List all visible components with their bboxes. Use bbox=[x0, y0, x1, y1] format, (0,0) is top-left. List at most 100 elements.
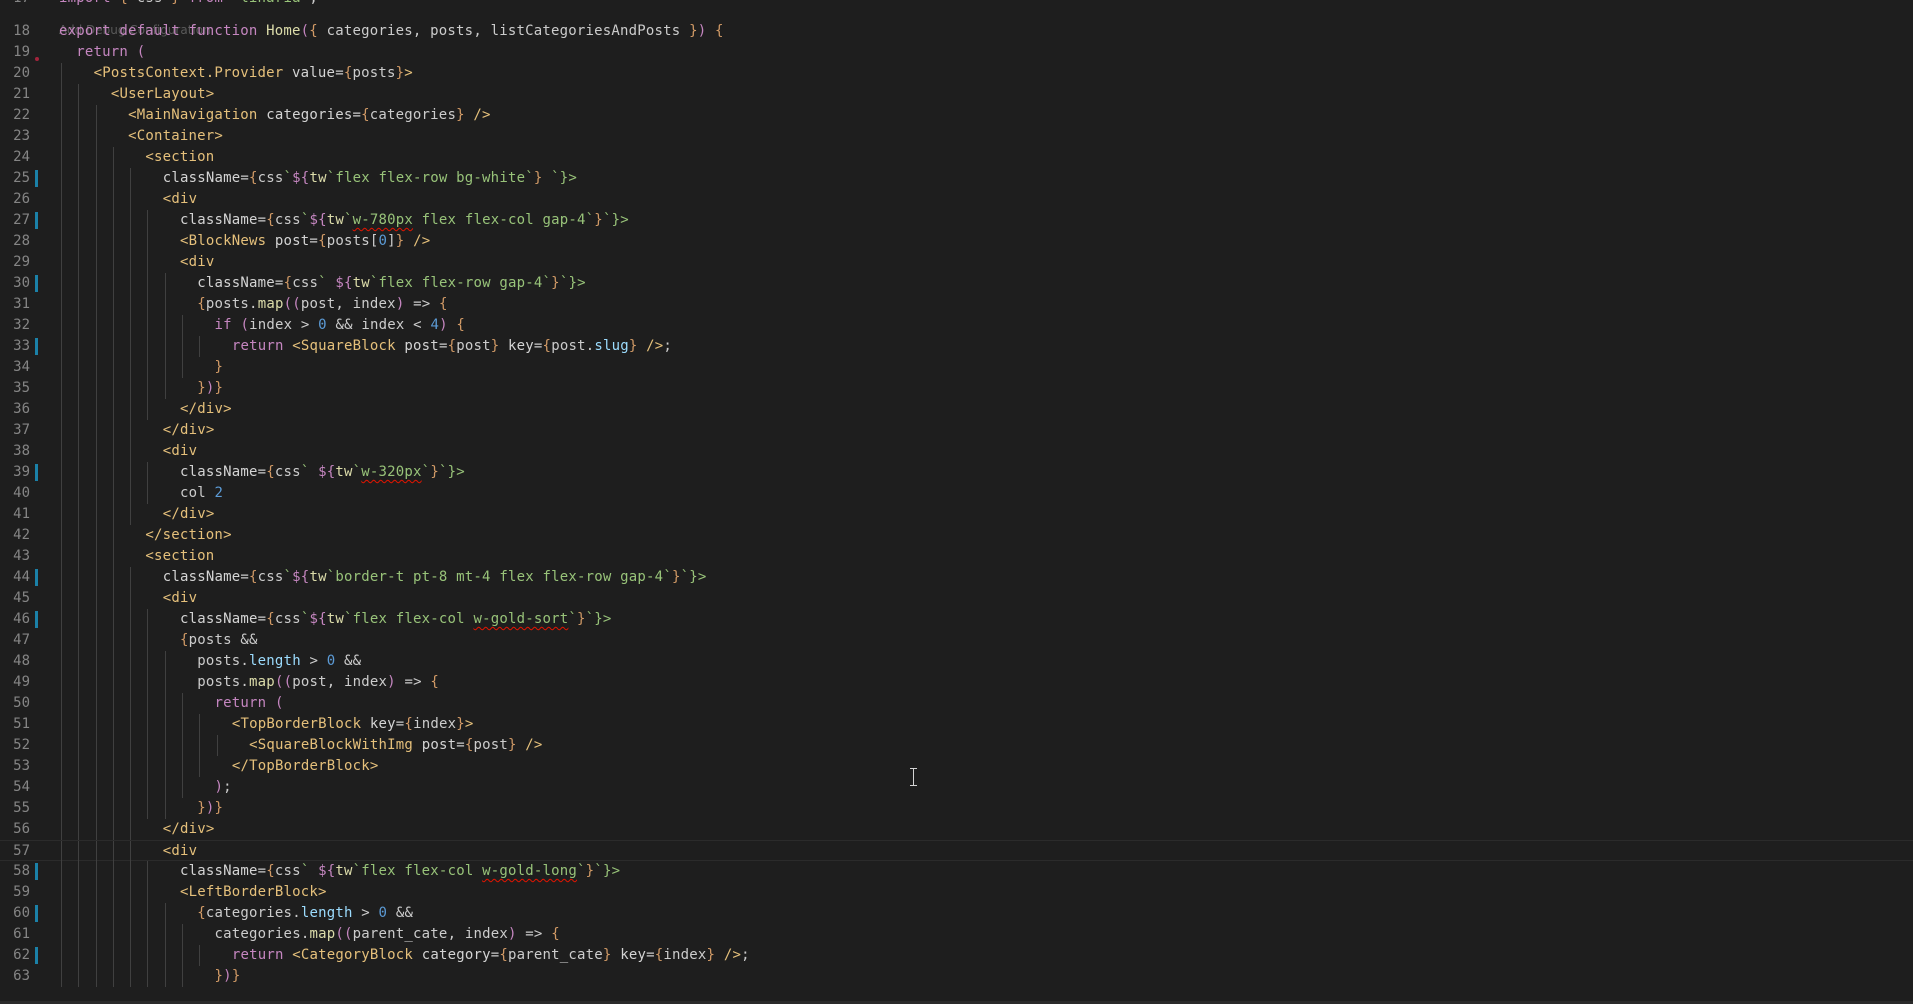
code-text[interactable]: </div> bbox=[59, 399, 232, 420]
code-line[interactable]: 44 className={css`${tw`border-t pt-8 mt-… bbox=[0, 567, 1913, 588]
code-text[interactable]: {categories.length > 0 && bbox=[59, 903, 413, 924]
code-line[interactable]: 55 })} bbox=[0, 798, 1913, 819]
modified-line-marker[interactable] bbox=[35, 464, 38, 481]
code-line[interactable]: 27 className={css`${tw`w-780px flex flex… bbox=[0, 210, 1913, 231]
code-line[interactable]: 24 <section bbox=[0, 147, 1913, 168]
code-line[interactable]: 30 className={css` ${tw`flex flex-row ga… bbox=[0, 273, 1913, 294]
code-line[interactable]: 43 <section bbox=[0, 546, 1913, 567]
code-text[interactable]: import { css } from 'linaria'; bbox=[59, 0, 318, 9]
code-text[interactable]: </section> bbox=[59, 525, 232, 546]
code-line[interactable]: 23 <Container> bbox=[0, 126, 1913, 147]
code-line[interactable]: 53 </TopBorderBlock> bbox=[0, 756, 1913, 777]
code-text[interactable]: <MainNavigation categories={categories} … bbox=[59, 105, 491, 126]
code-text[interactable]: <Container> bbox=[59, 126, 223, 147]
code-text[interactable]: className={css`${tw`w-780px flex flex-co… bbox=[59, 210, 629, 231]
code-text[interactable]: <LeftBorderBlock> bbox=[59, 882, 327, 903]
code-editor[interactable]: Add Debug Configuration 17import { css }… bbox=[0, 0, 1913, 1004]
code-line[interactable]: 59 <LeftBorderBlock> bbox=[0, 882, 1913, 903]
code-line[interactable]: 61 categories.map((parent_cate, index) =… bbox=[0, 924, 1913, 945]
code-text[interactable]: className={css` ${tw`flex flex-row gap-4… bbox=[59, 273, 586, 294]
code-text[interactable]: {posts.map((post, index) => { bbox=[59, 294, 448, 315]
code-line[interactable]: 32 if (index > 0 && index < 4) { bbox=[0, 315, 1913, 336]
code-text[interactable]: <div bbox=[59, 252, 214, 273]
code-line[interactable]: 51 <TopBorderBlock key={index}> bbox=[0, 714, 1913, 735]
modified-line-marker[interactable] bbox=[35, 947, 38, 964]
code-text[interactable]: <div bbox=[59, 441, 197, 462]
code-line[interactable]: 20 <PostsContext.Provider value={posts}> bbox=[0, 63, 1913, 84]
code-text[interactable]: <UserLayout> bbox=[59, 84, 214, 105]
code-line[interactable]: 35 })} bbox=[0, 378, 1913, 399]
code-line[interactable]: 50 return ( bbox=[0, 693, 1913, 714]
code-text[interactable]: {posts && bbox=[59, 630, 258, 651]
code-text[interactable]: col 2 bbox=[59, 483, 223, 504]
modified-line-marker[interactable] bbox=[35, 569, 38, 586]
modified-line-marker[interactable] bbox=[35, 863, 38, 880]
code-line[interactable]: 36 </div> bbox=[0, 399, 1913, 420]
code-text[interactable]: return <CategoryBlock category={parent_c… bbox=[59, 945, 750, 966]
code-line[interactable]: 38 <div bbox=[0, 441, 1913, 462]
code-line[interactable]: 60 {categories.length > 0 && bbox=[0, 903, 1913, 924]
code-line[interactable]: 40 col 2 bbox=[0, 483, 1913, 504]
code-text[interactable]: posts.length > 0 && bbox=[59, 651, 361, 672]
code-line[interactable]: 39 className={css` ${tw`w-320px`}`}> bbox=[0, 462, 1913, 483]
code-text[interactable]: } bbox=[59, 357, 223, 378]
code-text[interactable]: <PostsContext.Provider value={posts}> bbox=[59, 63, 413, 84]
code-line[interactable]: 17 import { css } from 'linaria'; bbox=[0, 0, 1913, 9]
code-text[interactable]: })} bbox=[59, 378, 223, 399]
code-text[interactable]: className={css`${tw`border-t pt-8 mt-4 f… bbox=[59, 567, 707, 588]
code-line[interactable]: 18 export default function Home({ categor… bbox=[0, 21, 1913, 42]
code-line[interactable]: 46 className={css`${tw`flex flex-col w-g… bbox=[0, 609, 1913, 630]
code-line[interactable]: 54 ); bbox=[0, 777, 1913, 798]
code-line[interactable]: 52 <SquareBlockWithImg post={post} /> bbox=[0, 735, 1913, 756]
code-text[interactable]: </div> bbox=[59, 819, 215, 840]
modified-line-marker[interactable] bbox=[35, 275, 38, 292]
code-line[interactable]: 49 posts.map((post, index) => { bbox=[0, 672, 1913, 693]
code-text[interactable]: })} bbox=[59, 798, 223, 819]
code-text[interactable]: className={css`${tw`flex flex-col w-gold… bbox=[59, 609, 612, 630]
code-text[interactable]: <BlockNews post={posts[0]} /> bbox=[59, 231, 430, 252]
modified-line-marker[interactable] bbox=[35, 212, 38, 229]
code-text[interactable]: <div bbox=[59, 841, 197, 862]
code-line[interactable]: 33 return <SquareBlock post={post} key={… bbox=[0, 336, 1913, 357]
code-line[interactable]: 31 {posts.map((post, index) => { bbox=[0, 294, 1913, 315]
code-line[interactable]: 48 posts.length > 0 && bbox=[0, 651, 1913, 672]
code-text[interactable]: </TopBorderBlock> bbox=[59, 756, 379, 777]
code-line[interactable]: 37 </div> bbox=[0, 420, 1913, 441]
modified-line-marker[interactable] bbox=[35, 611, 38, 628]
code-text[interactable]: })} bbox=[59, 966, 241, 987]
code-line[interactable]: 34 } bbox=[0, 357, 1913, 378]
code-text[interactable]: <div bbox=[59, 189, 197, 210]
code-text[interactable]: categories.map((parent_cate, index) => { bbox=[59, 924, 560, 945]
modified-line-marker[interactable] bbox=[35, 338, 38, 355]
code-text[interactable]: if (index > 0 && index < 4) { bbox=[59, 315, 465, 336]
code-line[interactable]: 58 className={css` ${tw`flex flex-col w-… bbox=[0, 861, 1913, 882]
code-line[interactable]: 19 return ( bbox=[0, 42, 1913, 63]
code-line[interactable]: 57 <div bbox=[0, 840, 1913, 862]
code-text[interactable]: <TopBorderBlock key={index}> bbox=[59, 714, 474, 735]
modified-line-marker[interactable] bbox=[35, 905, 38, 922]
code-line[interactable]: 42 </section> bbox=[0, 525, 1913, 546]
code-text[interactable]: export default function Home({ categorie… bbox=[59, 21, 724, 42]
code-line[interactable]: 41 </div> bbox=[0, 504, 1913, 525]
code-line[interactable]: 45 <div bbox=[0, 588, 1913, 609]
code-text[interactable]: <section bbox=[59, 546, 214, 567]
code-text[interactable]: return <SquareBlock post={post} key={pos… bbox=[59, 336, 672, 357]
code-text[interactable]: return ( bbox=[59, 42, 145, 63]
code-text[interactable]: <div bbox=[59, 588, 197, 609]
code-text[interactable]: className={css`${tw`flex flex-row bg-whi… bbox=[59, 168, 577, 189]
code-text[interactable]: <section bbox=[59, 147, 214, 168]
code-line[interactable]: 63 })} bbox=[0, 966, 1913, 987]
code-line[interactable]: 29 <div bbox=[0, 252, 1913, 273]
modified-line-marker[interactable] bbox=[35, 170, 38, 187]
code-line[interactable]: 28 <BlockNews post={posts[0]} /> bbox=[0, 231, 1913, 252]
code-text[interactable]: <SquareBlockWithImg post={post} /> bbox=[59, 735, 543, 756]
code-line[interactable]: 21 <UserLayout> bbox=[0, 84, 1913, 105]
code-line[interactable]: 22 <MainNavigation categories={categorie… bbox=[0, 105, 1913, 126]
code-line[interactable]: 25 className={css`${tw`flex flex-row bg-… bbox=[0, 168, 1913, 189]
code-line[interactable]: 26 <div bbox=[0, 189, 1913, 210]
code-text[interactable]: ); bbox=[59, 777, 232, 798]
code-text[interactable]: </div> bbox=[59, 504, 215, 525]
code-line[interactable]: 62 return <CategoryBlock category={paren… bbox=[0, 945, 1913, 966]
code-text[interactable]: className={css` ${tw`flex flex-col w-gol… bbox=[59, 861, 620, 882]
code-text[interactable]: </div> bbox=[59, 420, 215, 441]
